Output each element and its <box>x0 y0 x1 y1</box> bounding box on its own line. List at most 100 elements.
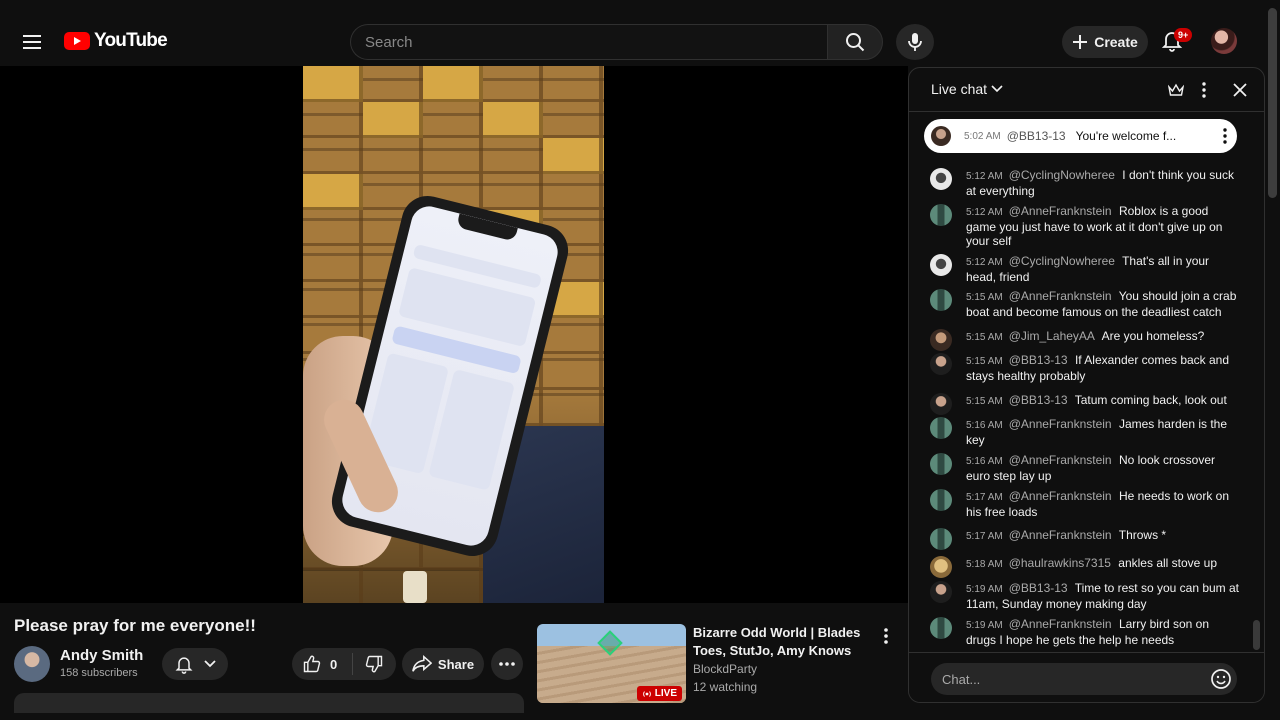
chat-text: Time to rest so you can bum at 11am, Sun… <box>966 581 1240 611</box>
chat-time: 5:15 AM <box>966 356 1003 367</box>
more-actions-button[interactable] <box>491 648 523 680</box>
search-icon <box>846 33 865 52</box>
chat-more-button[interactable] <box>1193 79 1215 101</box>
chat-input-box[interactable] <box>931 663 1237 695</box>
chat-author[interactable]: @AnneFranknstein <box>1009 617 1112 631</box>
chat-author[interactable]: @CyclingNowheree <box>1009 254 1115 268</box>
guide-menu-button[interactable] <box>16 26 48 58</box>
recommended-video-thumbnail[interactable]: LIVE <box>537 624 686 703</box>
create-button[interactable]: Create <box>1062 26 1148 58</box>
chat-avatar <box>930 204 952 226</box>
share-label: Share <box>437 656 475 672</box>
chat-author[interactable]: @AnneFranknstein <box>1009 453 1112 467</box>
chat-time: 5:12 AM <box>966 171 1003 182</box>
youtube-logo[interactable]: YouTube <box>64 30 168 52</box>
chat-author[interactable]: @Jim_LaheyAA <box>1009 329 1095 343</box>
chat-message[interactable]: 5:15 AM @AnneFranknstein You should join … <box>930 289 1240 319</box>
recommended-video-title[interactable]: Bizarre Odd World | Blades Toes, StutJo,… <box>693 624 868 660</box>
chat-author[interactable]: @AnneFranknstein <box>1009 528 1112 542</box>
chat-message[interactable]: 5:16 AM @AnneFranknstein No look crossove… <box>930 453 1240 483</box>
chat-author[interactable]: @BB13-13 <box>1009 393 1068 407</box>
chat-text: ankles all stove up <box>1118 556 1218 570</box>
chat-time: 5:17 AM <box>966 492 1003 503</box>
chat-scrollbar[interactable] <box>1253 620 1260 650</box>
chat-message[interactable]: 5:18 AM @haulrawkins7315 ankles all stove… <box>930 556 1240 578</box>
page-scrollbar[interactable] <box>1268 8 1277 198</box>
recommended-channel-name[interactable]: BlockdParty <box>693 662 757 676</box>
crown-button[interactable] <box>1165 79 1187 101</box>
more-horizontal-icon <box>499 662 515 666</box>
video-frame <box>303 66 604 603</box>
chat-author[interactable]: @AnneFranknstein <box>1009 417 1112 431</box>
channel-name[interactable]: Andy Smith <box>60 647 143 664</box>
chat-message[interactable]: 5:19 AM @BB13-13 Time to rest so you can … <box>930 581 1240 611</box>
chat-input[interactable] <box>931 663 1201 695</box>
chat-message[interactable]: 5:12 AM @CyclingNowheree I don't think yo… <box>930 168 1240 198</box>
chat-input-area <box>909 652 1264 702</box>
thumbs-up-icon <box>303 655 321 673</box>
chat-author[interactable]: @BB13-13 <box>1009 353 1068 367</box>
chat-message[interactable]: 5:15 AM @BB13-13 If Alexander comes back … <box>930 353 1240 383</box>
dislike-button[interactable] <box>353 648 395 680</box>
chat-text: Throws * <box>1118 528 1167 542</box>
chat-message[interactable]: 5:15 AM @Jim_LaheyAA Are you homeless? <box>930 329 1240 351</box>
chat-author[interactable]: @AnneFranknstein <box>1009 204 1112 218</box>
chat-time: 5:19 AM <box>966 584 1003 595</box>
pinned-author-avatar <box>931 126 951 146</box>
subscription-notification-button[interactable] <box>162 648 228 680</box>
chat-time: 5:16 AM <box>966 420 1003 431</box>
notifications-button[interactable]: 9+ <box>1160 28 1193 56</box>
chat-time: 5:15 AM <box>966 292 1003 303</box>
chat-time: 5:19 AM <box>966 620 1003 631</box>
chat-message[interactable]: 5:12 AM @CyclingNowheree That's all in yo… <box>930 254 1240 284</box>
like-count: 0 <box>330 656 338 672</box>
chat-message[interactable]: 5:16 AM @AnneFranknstein James harden is … <box>930 417 1240 447</box>
chevron-down-icon <box>204 660 216 668</box>
search-button[interactable] <box>827 24 883 60</box>
chat-author[interactable]: @CyclingNowheree <box>1009 168 1115 182</box>
chat-time: 5:15 AM <box>966 396 1003 407</box>
share-button[interactable]: Share <box>402 648 484 680</box>
emoji-button[interactable] <box>1210 668 1232 690</box>
chat-author[interactable]: @AnneFranknstein <box>1009 489 1112 503</box>
chat-message[interactable]: 5:17 AM @AnneFranknstein Throws * <box>930 528 1240 550</box>
masthead: YouTube Create 9+ <box>0 0 1280 66</box>
chat-message[interactable]: 5:19 AM @AnneFranknstein Larry bird son o… <box>930 617 1240 647</box>
search-box[interactable] <box>350 24 828 60</box>
more-vertical-icon <box>884 628 888 644</box>
chat-avatar <box>930 393 952 415</box>
live-label: LIVE <box>654 688 677 699</box>
close-chat-button[interactable] <box>1229 79 1251 101</box>
charging-cable <box>403 571 427 603</box>
pinned-menu-button[interactable] <box>1223 128 1227 144</box>
chat-message[interactable]: 5:12 AM @AnneFranknstein Roblox is a good… <box>930 204 1240 248</box>
chat-message[interactable]: 5:15 AM @BB13-13 Tatum coming back, look … <box>930 393 1240 415</box>
chat-author[interactable]: @haulrawkins7315 <box>1009 556 1111 570</box>
chat-author[interactable]: @BB13-13 <box>1009 581 1068 595</box>
chat-time: 5:16 AM <box>966 456 1003 467</box>
close-icon <box>1233 83 1247 97</box>
play-logo-icon <box>64 32 90 50</box>
description-box[interactable] <box>14 693 524 713</box>
chat-avatar <box>930 617 952 639</box>
search-input[interactable] <box>351 25 828 59</box>
chat-message[interactable]: 5:17 AM @AnneFranknstein He needs to work… <box>930 489 1240 519</box>
share-arrow-icon <box>412 655 432 672</box>
live-chat-mode-dropdown[interactable]: Live chat <box>931 81 1003 97</box>
live-badge: LIVE <box>636 686 682 701</box>
video-player[interactable] <box>0 66 908 603</box>
voice-search-button[interactable] <box>896 24 934 60</box>
bell-icon <box>175 657 193 674</box>
account-avatar[interactable] <box>1211 28 1237 54</box>
pinned-message[interactable]: 5:02 AM @BB13-13 You're welcome f... <box>924 119 1237 153</box>
recommended-watching-count: 12 watching <box>693 680 758 694</box>
channel-avatar[interactable] <box>14 646 50 682</box>
create-label: Create <box>1094 34 1138 50</box>
like-button[interactable]: 0 <box>292 648 352 680</box>
recommended-menu-button[interactable] <box>876 626 896 646</box>
video-title: Please pray for me everyone!! <box>14 616 256 635</box>
chat-author[interactable]: @AnneFranknstein <box>1009 289 1112 303</box>
pinned-author: @BB13-13 <box>1006 129 1066 143</box>
phone-notch <box>456 213 518 242</box>
logo-text: YouTube <box>94 30 168 51</box>
